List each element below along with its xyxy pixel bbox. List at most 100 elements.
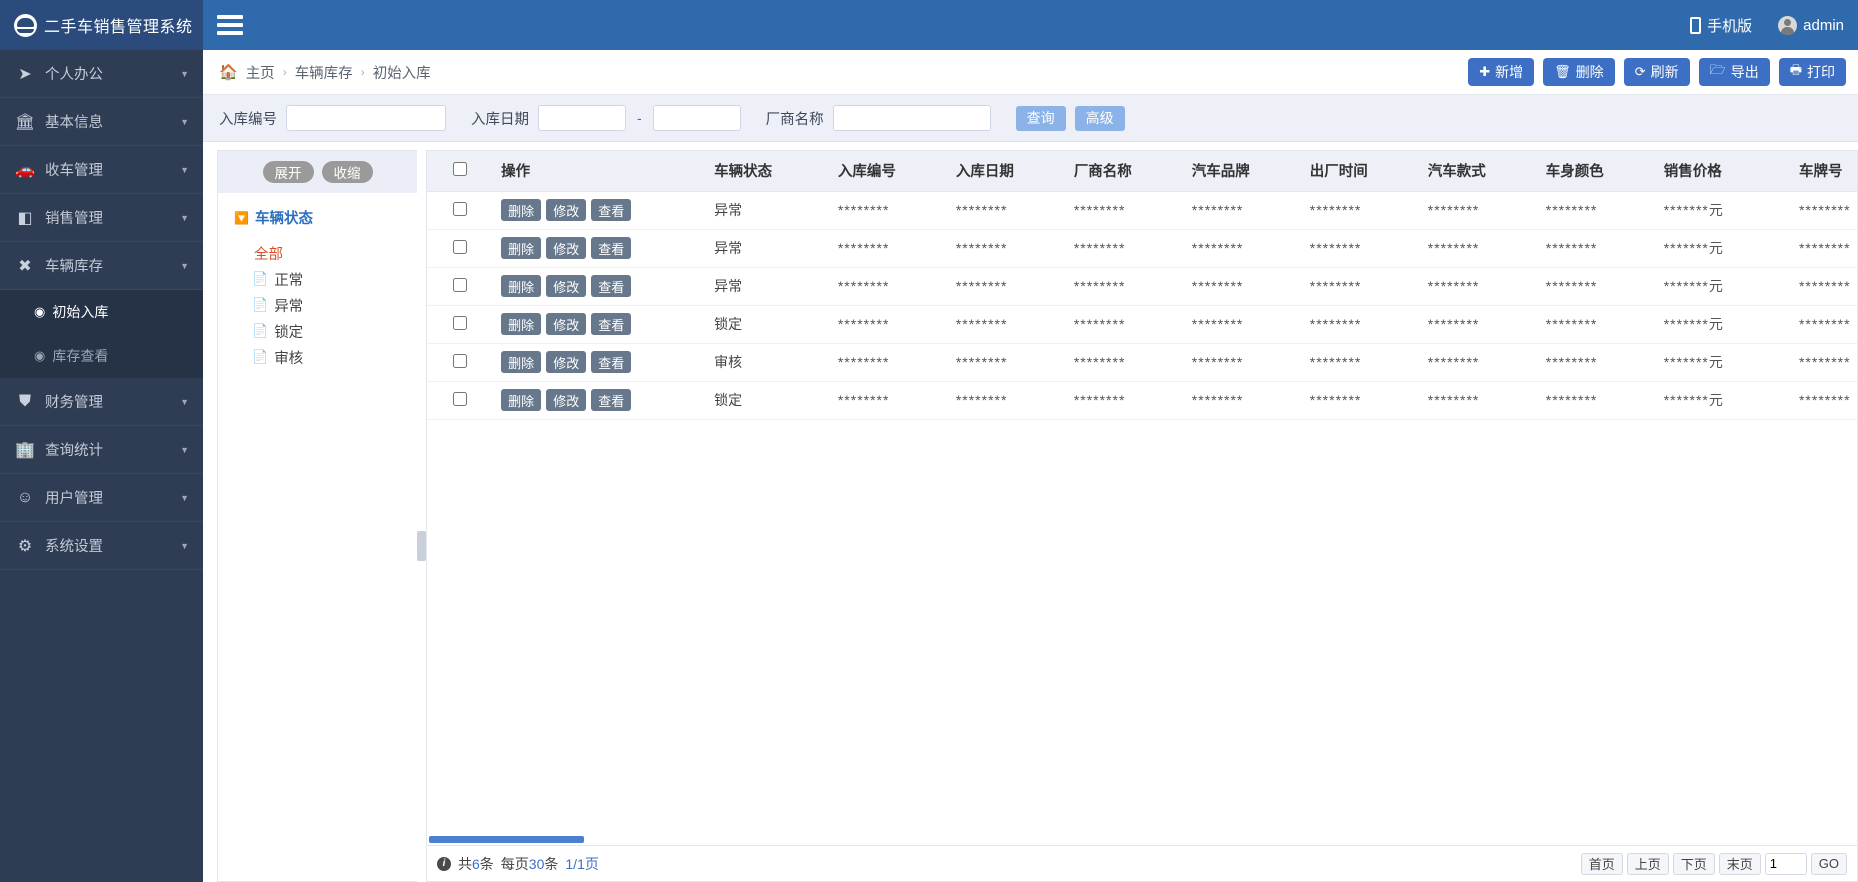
chevron-down-circle-icon[interactable]: 🔽	[234, 211, 249, 225]
row-edit-button[interactable]: 修改	[546, 351, 587, 373]
chevron-down-icon: ▼	[180, 212, 189, 223]
select-all-checkbox[interactable]	[453, 161, 468, 176]
last-page-button[interactable]: 末页	[1718, 852, 1761, 875]
scrollbar-thumb[interactable]	[429, 835, 584, 843]
cell-car-brand: ********	[1183, 305, 1302, 344]
collapse-all-button[interactable]: 收缩	[321, 161, 373, 183]
inbound-date-from-input[interactable]	[538, 105, 626, 131]
column-header-car-brand: 汽车品牌	[1183, 151, 1302, 192]
table-header: 操作 车辆状态 入库编号 入库日期 厂商名称 汽车品牌 出厂时间 汽车款式 车身…	[427, 151, 1857, 192]
row-edit-button[interactable]: 修改	[546, 199, 587, 221]
horizontal-scrollbar[interactable]	[427, 833, 1857, 845]
sidebar-item-sales[interactable]: ◧ 销售管理 ▼	[0, 194, 203, 242]
expand-all-button[interactable]: 展开	[262, 161, 314, 183]
next-page-button[interactable]: 下页	[1672, 852, 1715, 875]
table-row[interactable]: 删除 修改 查看 审核 ******** ******** ******** ********…	[427, 343, 1857, 382]
chevron-down-icon: ▼	[180, 396, 189, 407]
row-actions-cell: 删除 修改 查看	[493, 343, 707, 382]
filter-bar: 入库编号 入库日期 - 厂商名称 查询 高级	[203, 95, 1858, 142]
row-view-button[interactable]: 查看	[591, 275, 632, 297]
print-button[interactable]: 🖶 打印	[1778, 58, 1846, 86]
tree-node-all[interactable]: 全部	[234, 240, 417, 266]
row-delete-button[interactable]: 删除	[501, 389, 542, 411]
splitter-grip[interactable]	[417, 531, 426, 561]
row-edit-button[interactable]: 修改	[546, 313, 587, 335]
top-bar-right: 手机版 admin	[203, 0, 1858, 50]
sales-icon: ◧	[17, 209, 33, 227]
row-view-button[interactable]: 查看	[591, 313, 632, 335]
tree-node-normal[interactable]: 📄 正常	[234, 266, 417, 292]
sidebar-item-vehicle-stock[interactable]: ✖ 车辆库存 ▼	[0, 242, 203, 290]
breadcrumb-separator: ›	[282, 65, 287, 79]
sidebar-item-car-purchase[interactable]: 🚗 收车管理 ▼	[0, 146, 203, 194]
cell-sale-price: *******元	[1655, 381, 1791, 420]
tree-root-vehicle-status[interactable]: 🔽 车辆状态	[234, 207, 417, 228]
sidebar-item-personal-office[interactable]: ➤ 个人办公 ▼	[0, 50, 203, 98]
row-select-checkbox[interactable]	[453, 315, 468, 330]
panel-splitter[interactable]	[417, 150, 426, 882]
refresh-button-label: 刷新	[1650, 64, 1679, 80]
refresh-button[interactable]: ⟳ 刷新	[1623, 58, 1690, 86]
hamburger-line	[217, 31, 243, 35]
query-button[interactable]: 查询	[1015, 105, 1066, 131]
row-select-checkbox[interactable]	[453, 239, 468, 254]
brand: 二手车销售管理系统	[0, 0, 203, 50]
prev-page-button[interactable]: 上页	[1626, 852, 1669, 875]
go-button[interactable]: GO	[1810, 852, 1847, 875]
sidebar-item-finance[interactable]: ⛊ 财务管理 ▼	[0, 378, 203, 426]
row-edit-button[interactable]: 修改	[546, 389, 587, 411]
inbound-date-to-input[interactable]	[652, 105, 741, 131]
scrollbar-track[interactable]	[429, 835, 1855, 843]
sidebar-item-basic-info[interactable]: 🏛 基本信息 ▼	[0, 98, 203, 146]
hamburger-icon[interactable]	[217, 15, 243, 35]
tree-node-locked[interactable]: 📄 锁定	[234, 318, 417, 344]
row-select-cell	[427, 305, 494, 344]
first-page-button[interactable]: 首页	[1580, 852, 1623, 875]
export-button[interactable]: 🗁 导出	[1698, 58, 1770, 86]
row-delete-button[interactable]: 删除	[501, 199, 542, 221]
sidebar-item-query-stats[interactable]: 🏢 查询统计 ▼	[0, 426, 203, 474]
add-button[interactable]: ✚ 新增	[1468, 58, 1535, 86]
breadcrumb-item-home[interactable]: 主页	[246, 62, 275, 83]
sidebar-item-stock-view[interactable]: ◉ 库存查看	[0, 334, 203, 378]
cell-body-color: ********	[1537, 267, 1656, 306]
row-view-button[interactable]: 查看	[591, 389, 632, 411]
row-delete-button[interactable]: 删除	[501, 351, 542, 373]
delete-button[interactable]: 🗑 删除	[1543, 58, 1615, 86]
row-view-button[interactable]: 查看	[591, 351, 632, 373]
row-select-checkbox[interactable]	[453, 201, 468, 216]
table-row[interactable]: 删除 修改 查看 异常 ******** ******** ******** ********…	[427, 229, 1857, 268]
gear-icon: ⚙	[17, 537, 33, 555]
row-select-checkbox[interactable]	[453, 391, 468, 406]
sidebar-item-initial-inbound[interactable]: ◉ 初始入库	[0, 290, 203, 334]
breadcrumb-item-vehicle-stock[interactable]: 车辆库存	[295, 62, 353, 83]
row-delete-button[interactable]: 删除	[501, 313, 542, 335]
cell-inbound-code: ********	[829, 343, 948, 382]
row-select-checkbox[interactable]	[453, 353, 468, 368]
row-delete-button[interactable]: 删除	[501, 237, 542, 259]
row-view-button[interactable]: 查看	[591, 199, 632, 221]
cell-inbound-code: ********	[829, 191, 948, 230]
column-header-sale-price: 销售价格	[1655, 151, 1791, 192]
tree-node-audit[interactable]: 📄 审核	[234, 344, 417, 370]
row-edit-button[interactable]: 修改	[546, 275, 587, 297]
vendor-name-input[interactable]	[832, 105, 991, 131]
goto-page-input[interactable]	[1764, 852, 1807, 875]
row-view-button[interactable]: 查看	[591, 237, 632, 259]
table-row[interactable]: 删除 修改 查看 锁定 ******** ******** ******** ********…	[427, 381, 1857, 420]
advanced-button[interactable]: 高级	[1074, 105, 1125, 131]
table-row[interactable]: 删除 修改 查看 异常 ******** ******** ******** ********…	[427, 191, 1857, 230]
row-select-checkbox[interactable]	[453, 277, 468, 292]
user-menu[interactable]: admin	[1778, 15, 1844, 35]
tree-node-abnormal[interactable]: 📄 异常	[234, 292, 417, 318]
sidebar-item-user-management[interactable]: ☺ 用户管理 ▼	[0, 474, 203, 522]
row-delete-button[interactable]: 删除	[501, 275, 542, 297]
table-row[interactable]: 删除 修改 查看 异常 ******** ******** ******** ********…	[427, 267, 1857, 306]
row-edit-button[interactable]: 修改	[546, 237, 587, 259]
sidebar-item-system-settings[interactable]: ⚙ 系统设置 ▼	[0, 522, 203, 570]
inbound-code-input[interactable]	[286, 105, 446, 131]
table-row[interactable]: 删除 修改 查看 锁定 ******** ******** ******** ********…	[427, 305, 1857, 344]
home-icon[interactable]: 🏠	[219, 63, 238, 81]
close-x-icon: ✖	[18, 257, 32, 275]
mobile-version-link[interactable]: 手机版	[1690, 15, 1752, 36]
